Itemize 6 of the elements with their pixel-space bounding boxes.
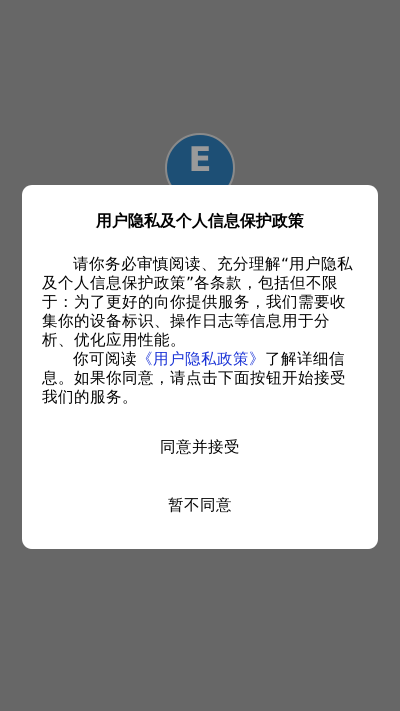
dialog-button[interactable]: 暂不同意	[42, 477, 358, 535]
dialog-paragraph: 你可阅读《用户隐私政策》了解详细信息。如果你同意，请点击下面按钮开始接受我们的服务。	[42, 350, 347, 407]
dialog-button[interactable]: 同意并接受	[42, 419, 358, 477]
dialog-title: 用户隐私及个人信息保护政策	[94, 210, 305, 232]
dialog-paragraph: 请你务必审慎阅读、充分理解“用户隐私及个人信息保护政策”各条款，包括但不限于：为了更好的向你提供服务，我们需要收集你的设备标识、操作日志等信息用于分析、优化应用性能。	[42, 255, 354, 350]
privacy-policy-link[interactable]: 《用户隐私政策》	[137, 350, 265, 368]
